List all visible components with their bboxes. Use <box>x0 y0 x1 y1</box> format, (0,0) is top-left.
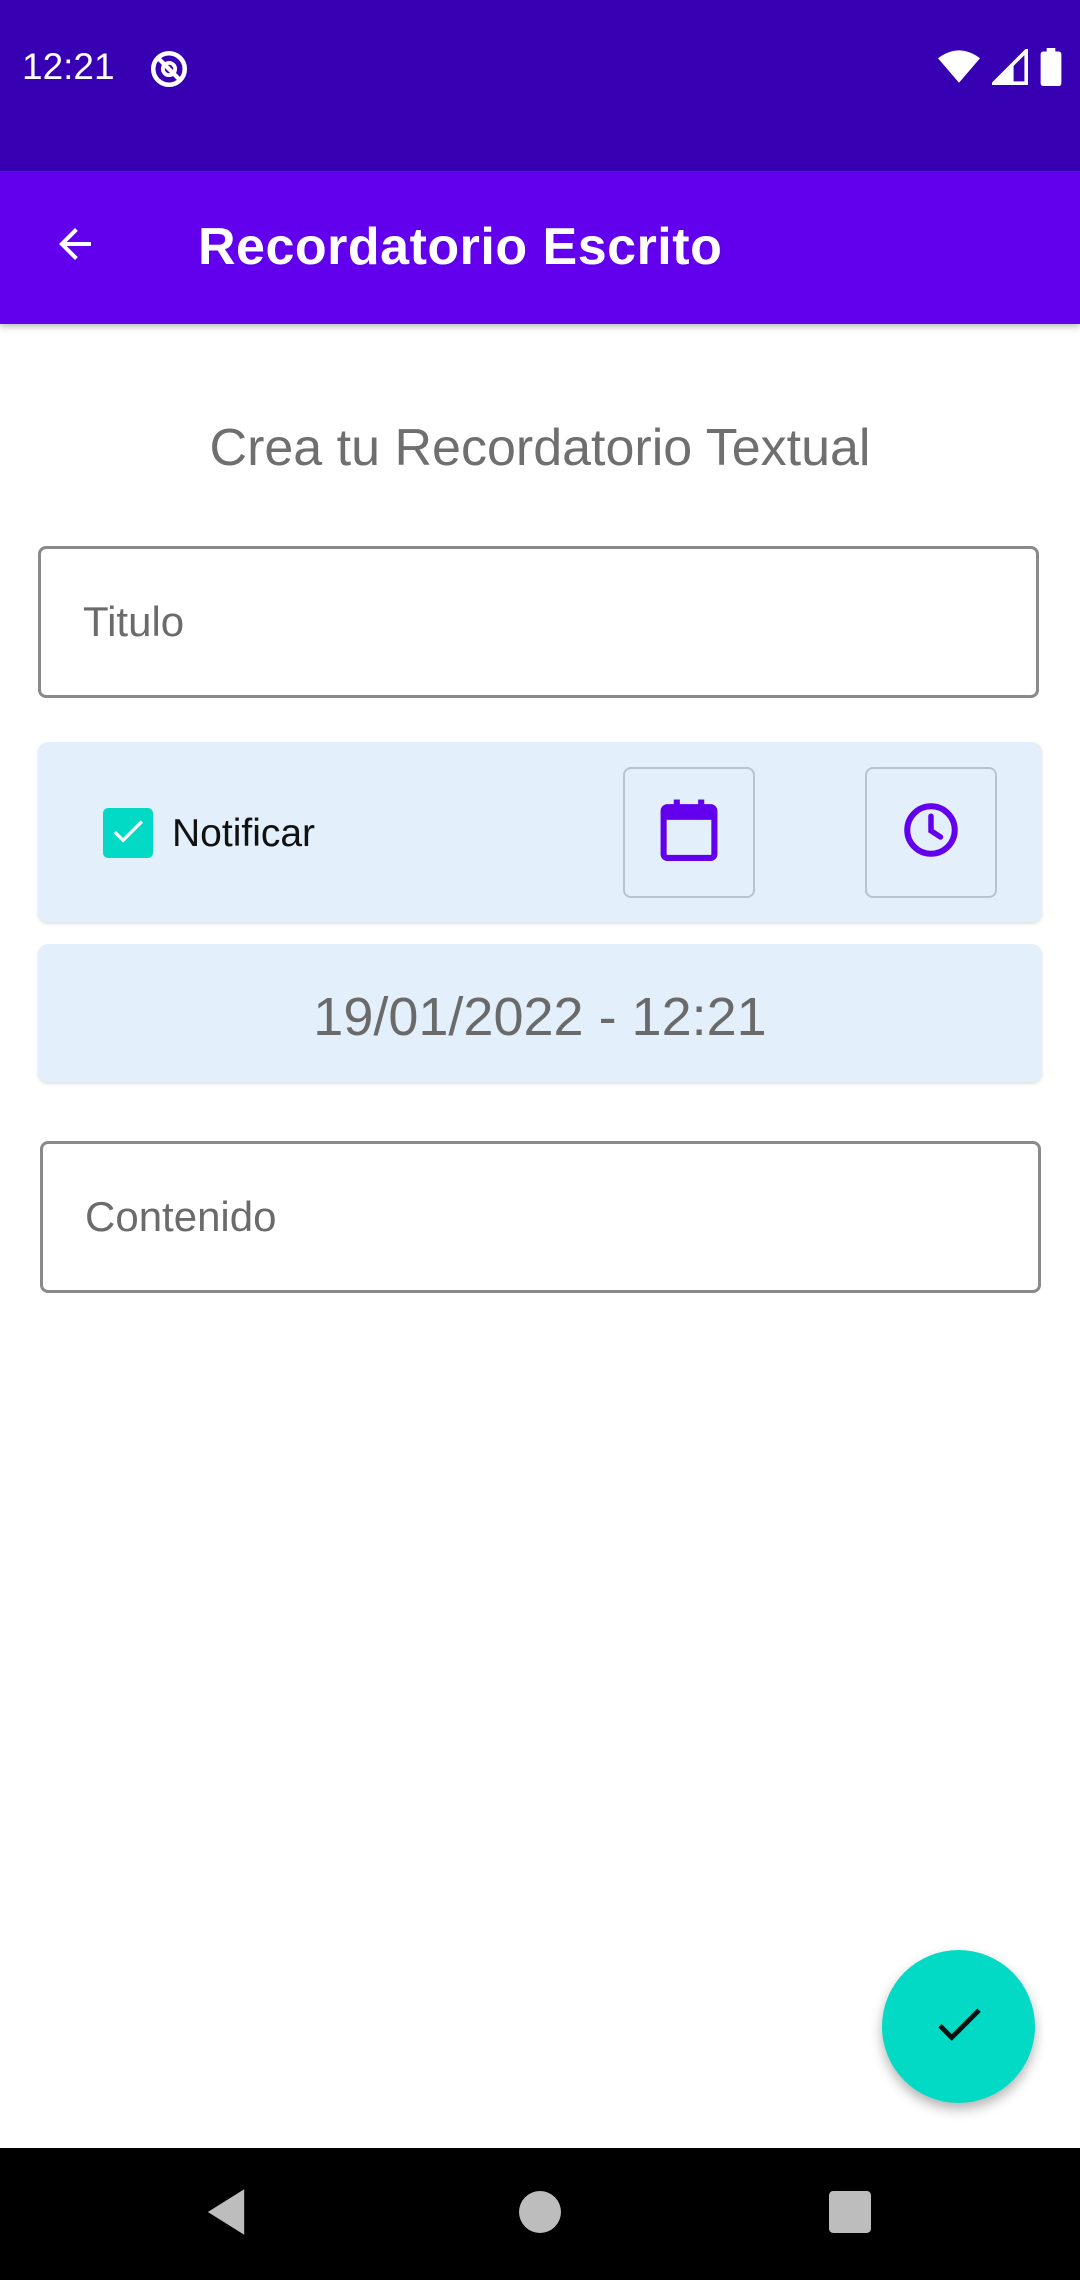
nav-recents-icon <box>829 2190 871 2238</box>
page-title: Recordatorio Escrito <box>198 218 723 276</box>
status-icons <box>938 46 1062 91</box>
cell-signal-icon <box>989 46 1028 90</box>
check-icon <box>930 1995 988 2058</box>
clock-icon <box>901 800 961 865</box>
arrow-back-icon <box>51 220 99 273</box>
notify-checkbox[interactable] <box>103 808 153 858</box>
datetime-value: 19/01/2022 - 12:21 <box>313 987 767 1047</box>
save-fab-button[interactable] <box>882 1950 1035 2103</box>
nav-recents-button[interactable] <box>820 2184 880 2244</box>
wifi-icon <box>938 49 980 90</box>
clock-button[interactable] <box>865 767 997 898</box>
datetime-card: 19/01/2022 - 12:21 <box>38 944 1042 1082</box>
calendar-icon <box>658 797 720 868</box>
nav-back-icon <box>203 2187 249 2242</box>
content-placeholder: Contenido <box>85 1193 277 1240</box>
system-nav-bar <box>0 2148 1080 2280</box>
status-time: 12:21 <box>22 46 115 87</box>
title-field[interactable]: Titulo <box>38 546 1039 698</box>
notify-label[interactable]: Notificar <box>172 812 315 856</box>
back-button[interactable] <box>40 211 110 281</box>
form-heading: Crea tu Recordatorio Textual <box>209 419 871 477</box>
app-bar: Recordatorio Escrito <box>0 171 1080 324</box>
battery-icon <box>1040 48 1062 91</box>
notify-card: Notificar <box>38 742 1042 922</box>
nav-home-icon <box>519 2190 561 2238</box>
calendar-button[interactable] <box>623 767 755 898</box>
nav-home-button[interactable] <box>510 2184 570 2244</box>
checkmark-icon <box>108 811 148 856</box>
nav-back-button[interactable] <box>196 2184 256 2244</box>
do-not-disturb-icon <box>148 48 190 90</box>
title-placeholder: Titulo <box>83 598 185 645</box>
content-field[interactable]: Contenido <box>40 1141 1041 1293</box>
status-bar: 12:21 <box>0 0 1080 171</box>
